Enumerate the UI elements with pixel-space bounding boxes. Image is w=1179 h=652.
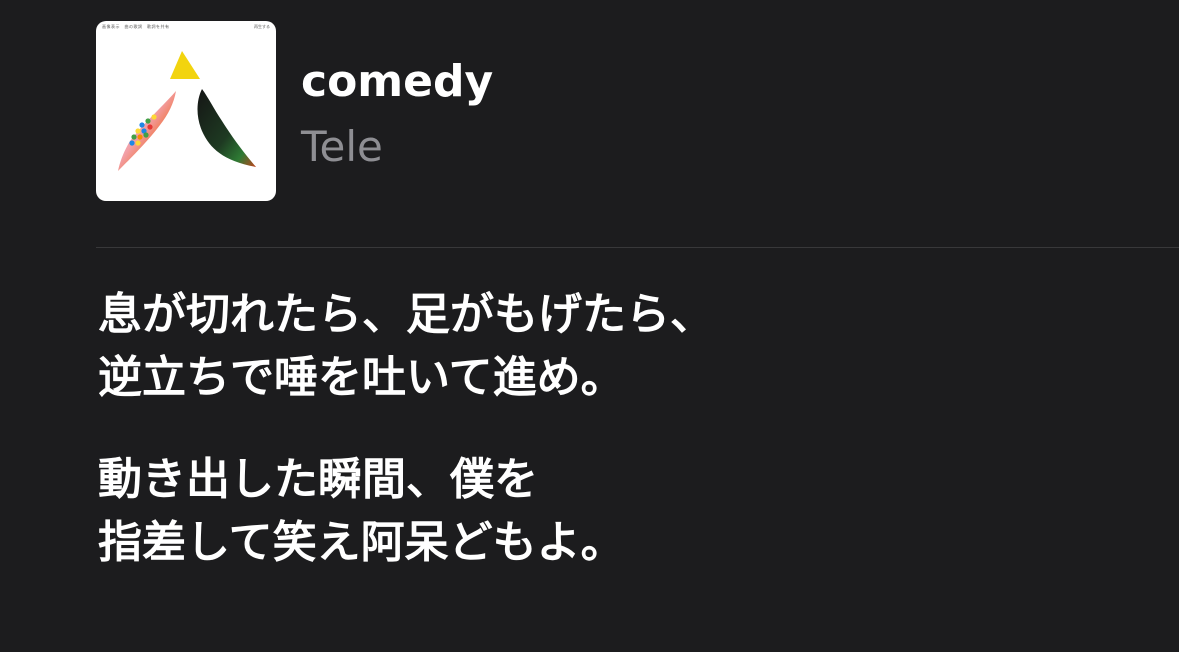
album-art-caption-right: 再生する bbox=[254, 24, 270, 29]
lyric-line[interactable]: 動き出した瞬間、僕を bbox=[98, 448, 625, 511]
lyric-line[interactable]: 逆立ちで唾を吐いて進め。 bbox=[98, 346, 714, 409]
divider bbox=[96, 247, 1179, 248]
lyric-line[interactable]: 指差して笑え阿呆どもよ。 bbox=[98, 511, 625, 574]
lyrics-block: 動き出した瞬間、僕を 指差して笑え阿呆どもよ。 bbox=[98, 448, 625, 574]
album-art-graphic bbox=[118, 51, 256, 171]
lyric-line[interactable]: 息が切れたら、足がもげたら、 bbox=[98, 283, 714, 346]
song-title[interactable]: comedy bbox=[301, 54, 493, 110]
artist-name[interactable]: Tele bbox=[301, 120, 383, 174]
album-art-caption: 画像表示 曲の歌詞 歌詞を共有 bbox=[102, 24, 170, 29]
album-artwork[interactable]: 画像表示 曲の歌詞 歌詞を共有 再生する bbox=[96, 21, 276, 201]
lyrics-block: 息が切れたら、足がもげたら、 逆立ちで唾を吐いて進め。 bbox=[98, 283, 714, 409]
